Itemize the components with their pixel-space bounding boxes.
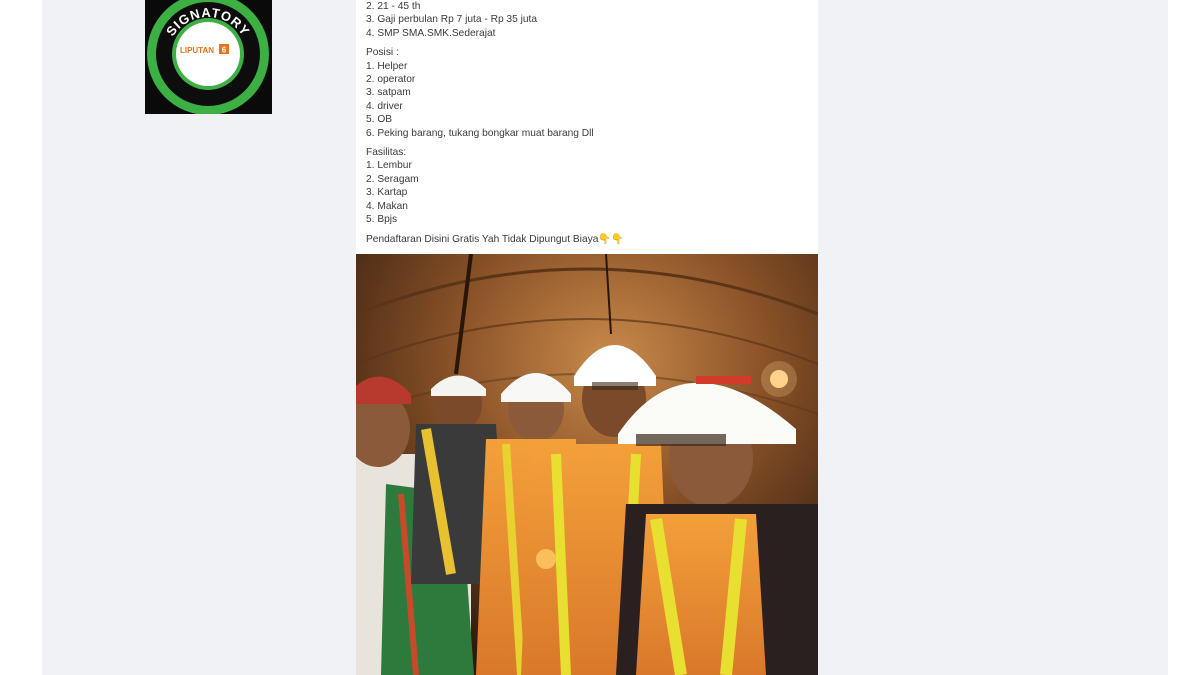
facility-item: 5. Bpjs — [366, 214, 398, 226]
registration-cta-text: Pendaftaran Disini Gratis Yah Tidak Dipu… — [366, 233, 624, 245]
positions-heading: Posisi : — [366, 47, 399, 59]
facility-item: 4. Makan — [366, 200, 408, 212]
facility-item: 3. Kartap — [366, 187, 408, 199]
position-item: 2. operator — [366, 74, 416, 86]
post-body: 2. 21 - 45 th 3. Gaji perbulan Rp 7 juta… — [366, 0, 806, 246]
requirement-line: 3. Gaji perbulan Rp 7 juta - Rp 35 juta — [366, 14, 538, 26]
facility-item: 1. Lembur — [366, 160, 412, 172]
badge-logo-number: 6 — [222, 46, 227, 55]
position-item: 3. satpam — [366, 87, 411, 99]
signatory-badge-logo: SIGNATORY LIPUTAN 6 — [145, 0, 272, 114]
requirement-line: 4. SMP SMA.SMK.Sederajat — [366, 27, 496, 39]
facility-item: 2. Seragam — [366, 173, 419, 185]
position-item: 1. Helper — [366, 60, 408, 72]
position-item: 4. driver — [366, 100, 403, 112]
position-item: 6. Peking barang, tukang bongkar muat ba… — [366, 127, 594, 139]
badge-logo-text: LIPUTAN — [180, 46, 214, 55]
requirement-line: 2. 21 - 45 th — [366, 1, 421, 12]
post-photo[interactable] — [356, 254, 818, 675]
facilities-heading: Fasilitas: — [366, 147, 407, 159]
position-item: 5. OB — [366, 114, 393, 126]
facebook-post-card: 2. 21 - 45 th 3. Gaji perbulan Rp 7 juta… — [356, 0, 818, 254]
